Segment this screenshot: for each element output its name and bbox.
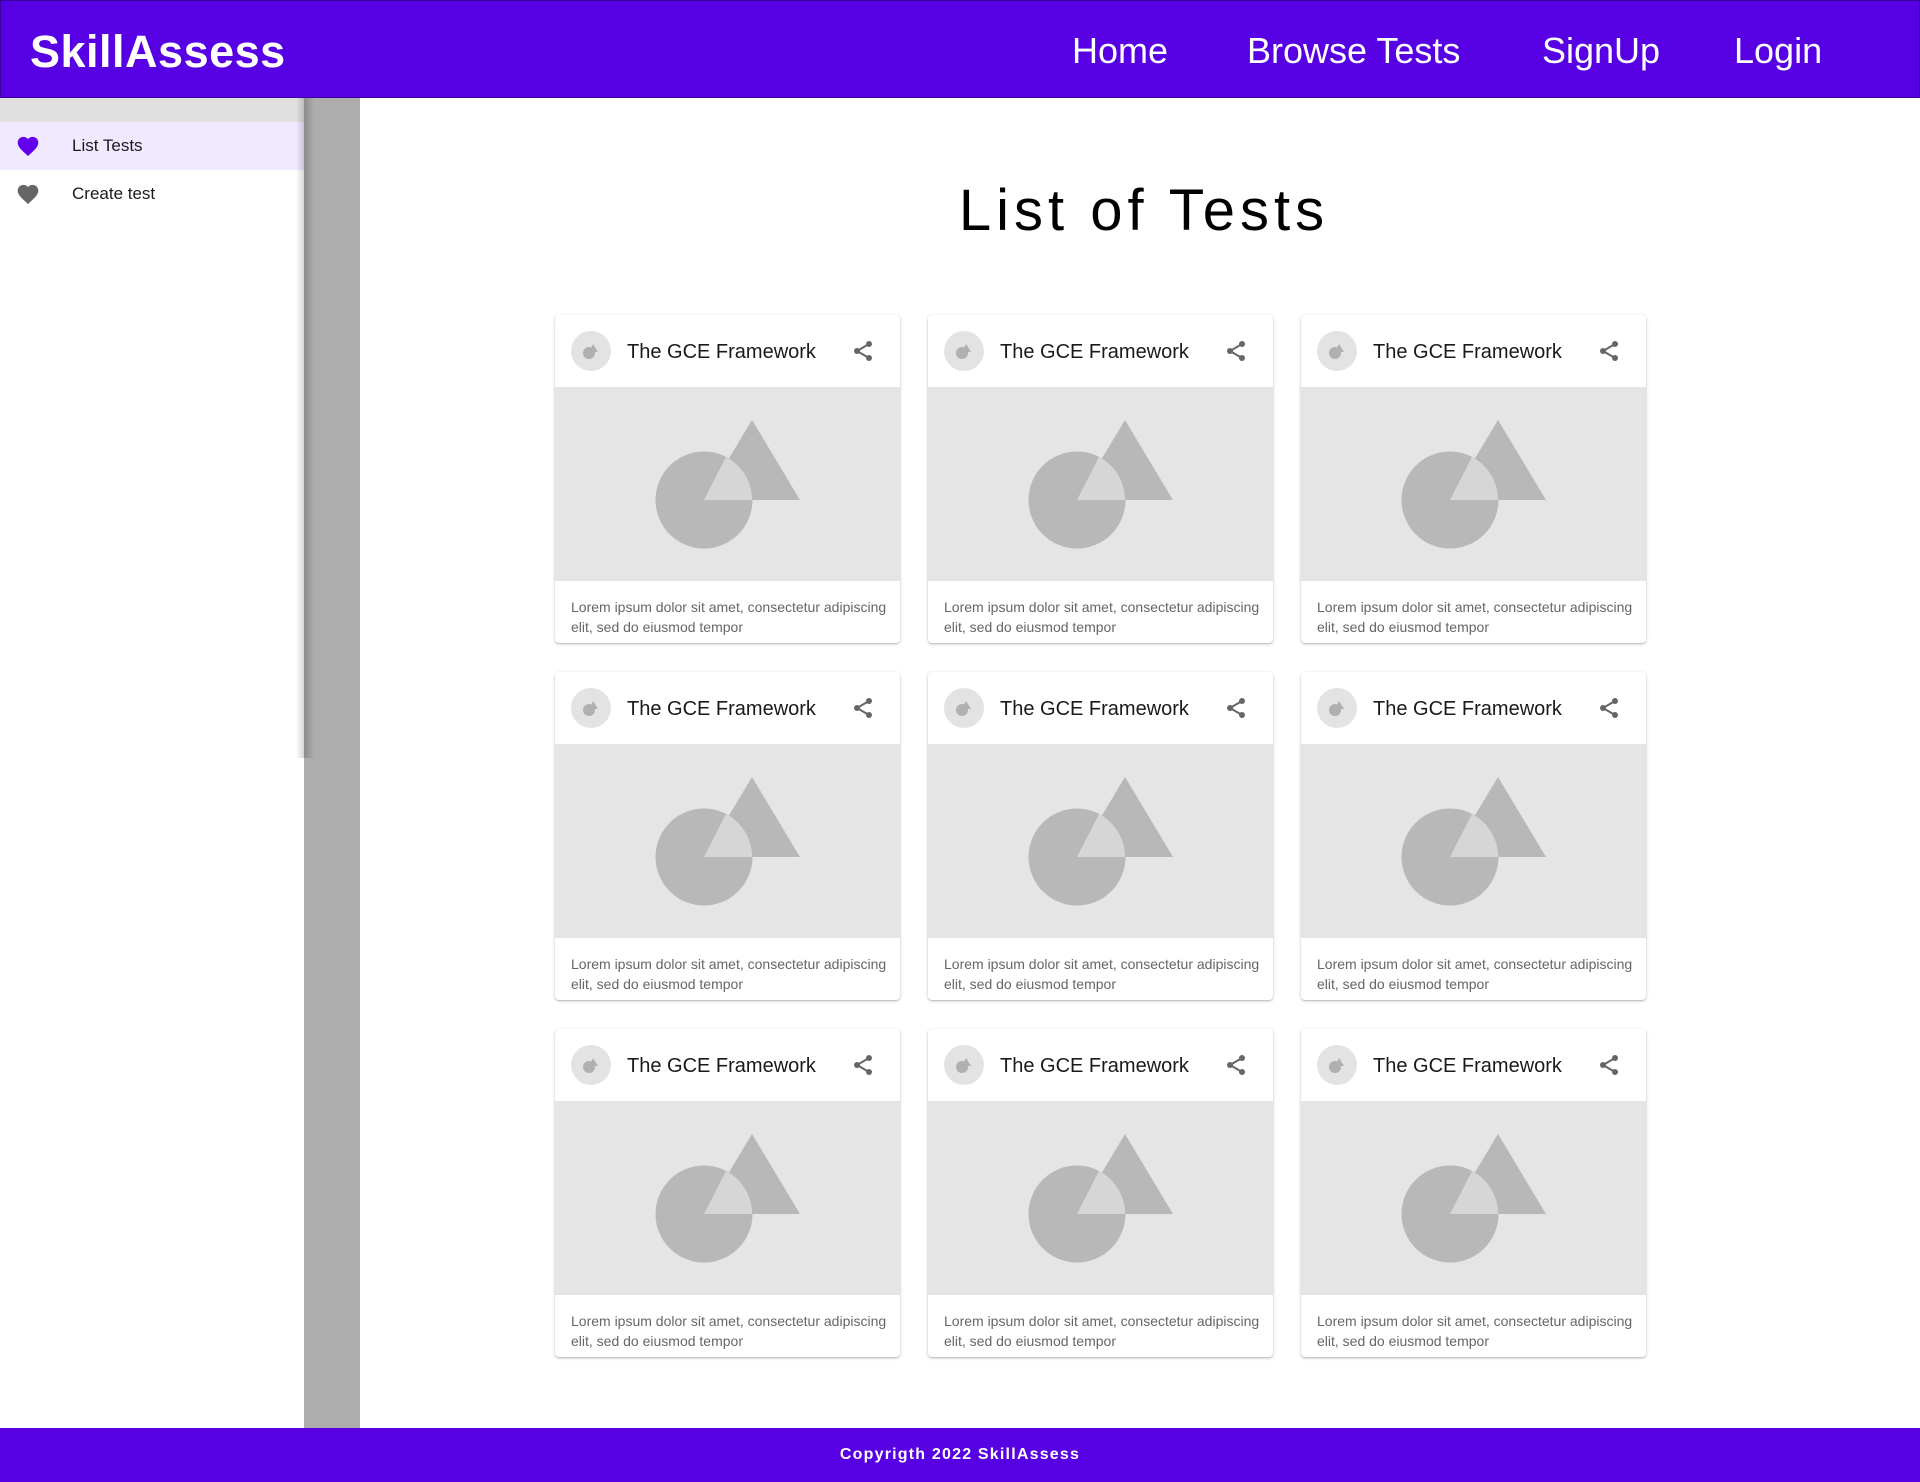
card-media-placeholder <box>1301 387 1646 581</box>
nav-home[interactable]: Home <box>1072 27 1168 75</box>
card-title: The GCE Framework <box>1373 341 1562 363</box>
share-icon[interactable] <box>1224 339 1248 363</box>
card-media-placeholder <box>555 387 900 581</box>
share-icon[interactable] <box>1597 1053 1621 1077</box>
card-description: Lorem ipsum dolor sit amet, consectetur … <box>571 1313 887 1349</box>
share-icon[interactable] <box>851 696 875 720</box>
nav-signup[interactable]: SignUp <box>1542 27 1660 75</box>
card-media-placeholder <box>1301 1101 1646 1295</box>
card-description: Lorem ipsum dolor sit amet, consectetur … <box>1317 599 1633 635</box>
footer: Copyrigth 2022 SkillAssess <box>0 1428 1920 1482</box>
card-media-placeholder <box>1301 744 1646 938</box>
card-description: Lorem ipsum dolor sit amet, consectetur … <box>571 956 887 992</box>
card-description: Lorem ipsum dolor sit amet, consectetur … <box>944 1313 1260 1349</box>
test-card[interactable]: The GCE Framework Lorem ipsum dolor sit a… <box>1301 672 1646 1000</box>
top-app-bar: SkillAssess Home Browse Tests SignUp Log… <box>0 0 1920 98</box>
card-title: The GCE Framework <box>1373 1055 1562 1077</box>
sidebar-item-label: List Tests <box>72 136 143 155</box>
test-card[interactable]: The GCE Framework Lorem ipsum dolor sit a… <box>928 1029 1273 1357</box>
card-description: Lorem ipsum dolor sit amet, consectetur … <box>1317 956 1633 992</box>
heart-icon <box>16 183 40 205</box>
card-avatar-icon <box>571 688 611 728</box>
card-avatar-icon <box>1317 688 1357 728</box>
card-title: The GCE Framework <box>627 698 816 720</box>
test-card[interactable]: The GCE Framework Lorem ipsum dolor sit a… <box>555 1029 900 1357</box>
test-card[interactable]: The GCE Framework Lorem ipsum dolor sit a… <box>928 315 1273 643</box>
page: SkillAssess Home Browse Tests SignUp Log… <box>0 0 1920 1482</box>
card-avatar-icon <box>571 1045 611 1085</box>
share-icon[interactable] <box>1224 696 1248 720</box>
sidebar-header-strip <box>0 98 304 122</box>
card-media-placeholder <box>928 1101 1273 1295</box>
test-card[interactable]: The GCE Framework Lorem ipsum dolor sit a… <box>555 315 900 643</box>
card-description: Lorem ipsum dolor sit amet, consectetur … <box>944 956 1260 992</box>
share-icon[interactable] <box>1597 339 1621 363</box>
card-avatar-icon <box>1317 1045 1357 1085</box>
sidebar-item-create-test[interactable]: Create test <box>0 170 304 218</box>
test-card[interactable]: The GCE Framework Lorem ipsum dolor sit a… <box>555 672 900 1000</box>
card-title: The GCE Framework <box>1373 698 1562 720</box>
sidebar-item-list-tests[interactable]: List Tests <box>0 122 304 170</box>
card-description: Lorem ipsum dolor sit amet, consectetur … <box>1317 1313 1633 1349</box>
test-card[interactable]: The GCE Framework Lorem ipsum dolor sit a… <box>1301 1029 1646 1357</box>
page-title: List of Tests <box>958 178 1330 243</box>
card-media-placeholder <box>555 1101 900 1295</box>
sidebar-item-label: Create test <box>72 184 156 203</box>
card-avatar-icon <box>571 331 611 371</box>
nav-browse-tests[interactable]: Browse Tests <box>1247 27 1460 75</box>
footer-copyright: Copyrigth 2022 SkillAssess <box>839 1446 1081 1463</box>
card-media-placeholder <box>928 387 1273 581</box>
drawer-shadow <box>296 98 314 758</box>
card-media-placeholder <box>928 744 1273 938</box>
share-icon[interactable] <box>851 1053 875 1077</box>
card-title: The GCE Framework <box>1000 698 1189 720</box>
nav-login[interactable]: Login <box>1734 27 1822 75</box>
brand-logo[interactable]: SkillAssess <box>30 23 286 81</box>
test-card[interactable]: The GCE Framework Lorem ipsum dolor sit a… <box>928 672 1273 1000</box>
share-icon[interactable] <box>1597 696 1621 720</box>
card-title: The GCE Framework <box>1000 341 1189 363</box>
card-avatar-icon <box>944 688 984 728</box>
card-description: Lorem ipsum dolor sit amet, consectetur … <box>944 599 1260 635</box>
card-avatar-icon <box>1317 331 1357 371</box>
heart-icon <box>16 135 40 157</box>
card-avatar-icon <box>944 1045 984 1085</box>
card-description: Lorem ipsum dolor sit amet, consectetur … <box>571 599 887 635</box>
card-media-placeholder <box>555 744 900 938</box>
card-title: The GCE Framework <box>627 341 816 363</box>
sidebar: List Tests Create test <box>0 98 304 1428</box>
test-card[interactable]: The GCE Framework Lorem ipsum dolor sit a… <box>1301 315 1646 643</box>
share-icon[interactable] <box>851 339 875 363</box>
share-icon[interactable] <box>1224 1053 1248 1077</box>
card-title: The GCE Framework <box>627 1055 816 1077</box>
card-title: The GCE Framework <box>1000 1055 1189 1077</box>
card-avatar-icon <box>944 331 984 371</box>
